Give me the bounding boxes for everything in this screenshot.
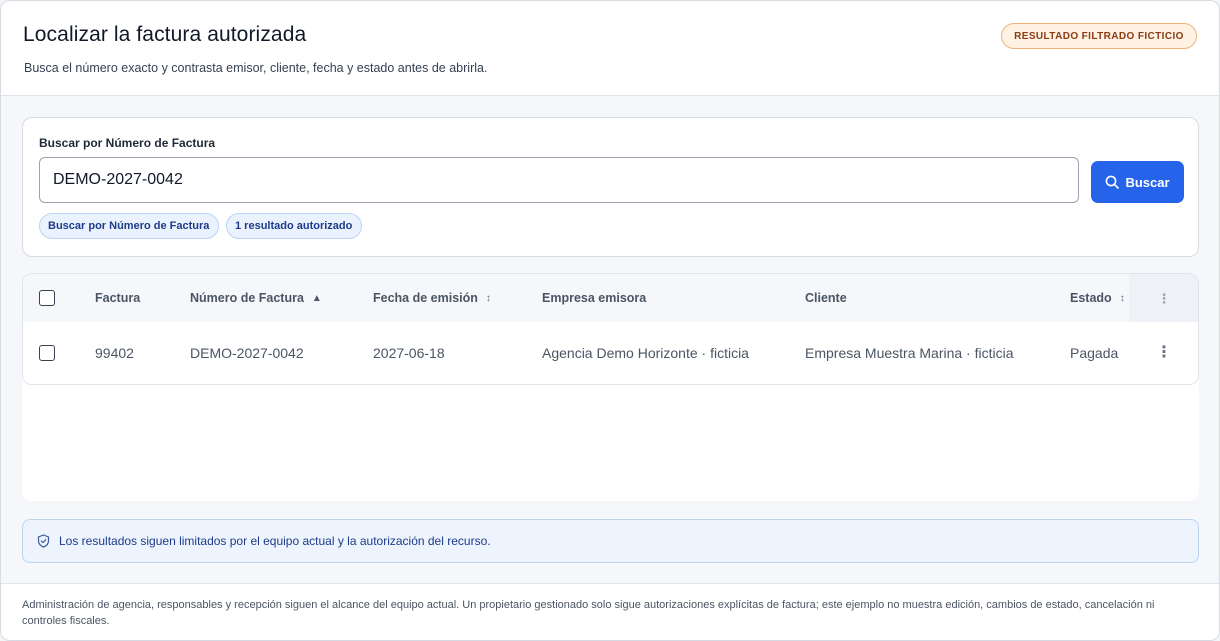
row-checkbox[interactable]	[39, 345, 55, 361]
row-menu-button[interactable]: ⋮	[1129, 322, 1198, 384]
sort-icon: ↕	[1119, 292, 1125, 304]
kebab-menu-icon: ⋮	[1156, 344, 1172, 361]
table-row[interactable]: 99402 DEMO-2027-0042 2027-06-18 Agencia …	[23, 322, 1198, 384]
table-header-row: Factura Número de Factura ▲ Fecha de emi…	[23, 274, 1198, 322]
select-all-cell	[39, 274, 55, 322]
column-header-estado-label: Estado	[1070, 291, 1112, 305]
sort-icon: ↕	[485, 292, 491, 304]
notice-text: Los resultados siguen limitados por el e…	[59, 534, 491, 548]
page-title: Localizar la factura autorizada	[23, 23, 307, 46]
column-header-factura[interactable]: Factura	[95, 274, 140, 322]
cell-factura: 99402	[95, 345, 134, 361]
results-table: Factura Número de Factura ▲ Fecha de emi…	[22, 273, 1199, 385]
column-header-numero[interactable]: Número de Factura ▲	[190, 274, 322, 322]
shield-check-icon	[37, 534, 50, 548]
column-header-emisora[interactable]: Empresa emisora	[542, 274, 646, 322]
search-input[interactable]	[39, 157, 1079, 203]
cell-estado: Pagada	[1070, 345, 1119, 361]
search-label: Buscar por Número de Factura	[39, 136, 216, 150]
cell-cliente: Empresa Muestra Marina · ficticia	[805, 345, 1014, 361]
cell-numero: DEMO-2027-0042	[190, 345, 304, 361]
cell-emisora: Agencia Demo Horizonte · ficticia	[542, 345, 749, 361]
page-header: Localizar la factura autorizada Busca el…	[1, 1, 1219, 96]
search-panel: Buscar por Número de Factura Buscar Busc…	[22, 117, 1199, 257]
column-header-fecha-label: Fecha de emisión	[373, 291, 478, 305]
footer-text: Administración de agencia, responsables …	[22, 599, 1155, 627]
column-menu-button[interactable]: ⋮	[1129, 274, 1198, 322]
select-all-checkbox[interactable]	[39, 290, 55, 306]
filter-chip-result-count: 1 resultado autorizado	[226, 213, 362, 239]
cell-fecha: 2027-06-18	[373, 345, 445, 361]
sort-ascending-icon: ▲	[311, 292, 322, 304]
row-select-cell	[39, 322, 55, 384]
kebab-menu-icon: ⋮	[1157, 290, 1171, 306]
page-subtitle: Busca el número exacto y contrasta emiso…	[24, 61, 488, 75]
search-button[interactable]: Buscar	[1091, 161, 1184, 203]
filter-chip-search-field: Buscar por Número de Factura	[39, 213, 219, 239]
column-header-estado[interactable]: Estado ↕	[1070, 274, 1125, 322]
results-panel: Factura Número de Factura ▲ Fecha de emi…	[22, 273, 1199, 501]
column-header-numero-label: Número de Factura	[190, 291, 304, 305]
status-badge: RESULTADO FILTRADO FICTICIO	[1001, 23, 1197, 49]
search-button-label: Buscar	[1125, 174, 1170, 190]
search-icon	[1106, 175, 1120, 189]
info-notice: Los resultados siguen limitados por el e…	[22, 519, 1199, 563]
column-header-fecha[interactable]: Fecha de emisión ↕	[373, 274, 491, 322]
page-footer: Administración de agencia, responsables …	[1, 583, 1219, 640]
column-header-cliente[interactable]: Cliente	[805, 274, 847, 322]
app-window: Localizar la factura autorizada Busca el…	[0, 0, 1220, 641]
